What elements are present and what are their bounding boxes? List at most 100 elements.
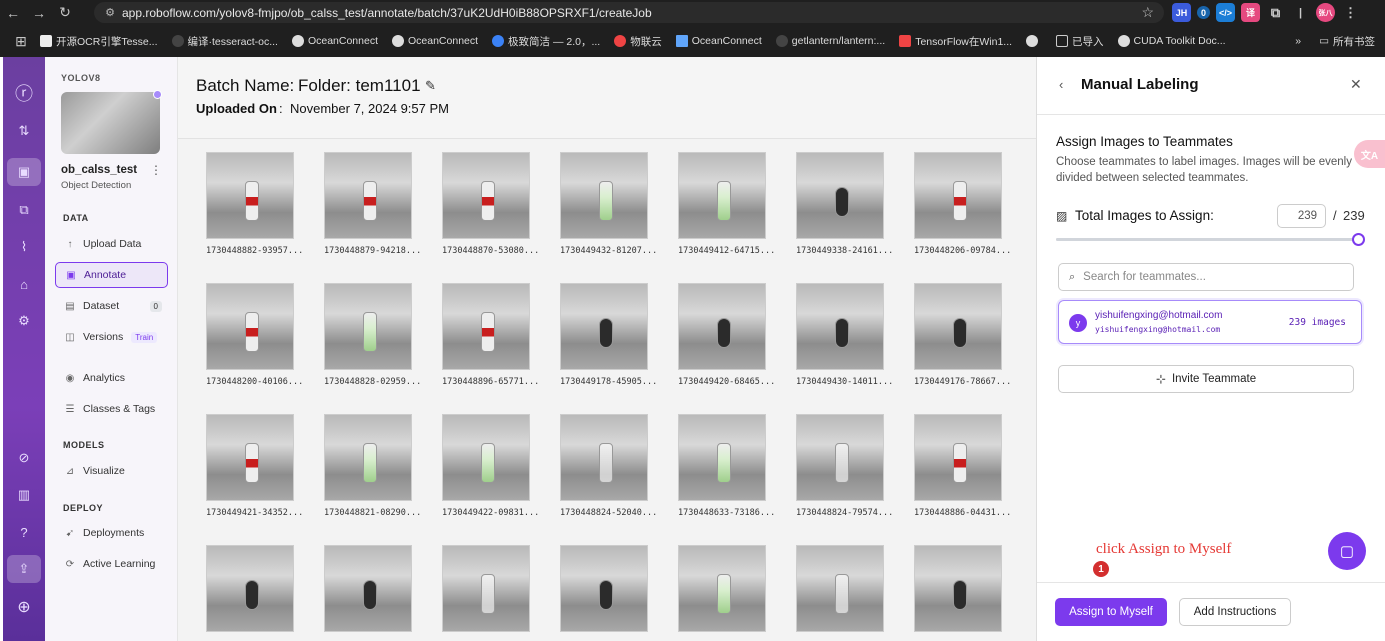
- image-thumbnail[interactable]: [324, 283, 412, 370]
- bookmark-item[interactable]: OceanConnect: [675, 35, 762, 47]
- image-tile[interactable]: 1730448824-52040...: [560, 414, 657, 518]
- apps-grid-icon[interactable]: ⊞: [8, 29, 34, 54]
- image-thumbnail[interactable]: [914, 152, 1002, 239]
- sidebar-item-versions[interactable]: ◫ Versions Train: [55, 324, 168, 350]
- image-thumbnail[interactable]: [914, 414, 1002, 501]
- extension-jh-icon[interactable]: JH: [1172, 3, 1191, 22]
- image-tile[interactable]: [560, 545, 648, 639]
- bookmark-item[interactable]: getlantern/lantern:...: [775, 35, 885, 47]
- image-tile[interactable]: 1730448886-04431...: [914, 414, 1011, 518]
- project-menu-icon[interactable]: ⋮: [150, 163, 162, 177]
- sidebar-item-active-learning[interactable]: ⟳ Active Learning: [55, 551, 168, 577]
- reload-icon[interactable]: ↻: [52, 0, 78, 25]
- close-icon[interactable]: ✕: [1350, 76, 1362, 93]
- image-tile[interactable]: 1730448200-40106...: [206, 283, 303, 387]
- image-thumbnail[interactable]: [560, 545, 648, 632]
- sidebar-item-analytics[interactable]: ◉ Analytics: [55, 365, 168, 391]
- image-thumbnail[interactable]: [796, 283, 884, 370]
- image-tile[interactable]: 1730448633-73186...: [678, 414, 775, 518]
- assign-to-myself-button[interactable]: Assign to Myself: [1055, 598, 1167, 626]
- bookmark-item[interactable]: 物联云: [614, 34, 662, 49]
- bookmark-item[interactable]: OceanConnect: [392, 35, 478, 47]
- deploy-icon[interactable]: ⌂: [3, 270, 45, 298]
- image-tile[interactable]: [442, 545, 530, 639]
- image-tile[interactable]: 1730449338-24161...: [796, 152, 893, 256]
- forward-arrow-icon[interactable]: →: [26, 0, 52, 25]
- settings-gear-icon[interactable]: ⚙: [3, 307, 45, 335]
- bookmark-item[interactable]: CUDA Toolkit Doc...: [1117, 35, 1226, 47]
- image-thumbnail[interactable]: [796, 152, 884, 239]
- image-thumbnail[interactable]: [442, 414, 530, 501]
- projects-icon[interactable]: ▣: [7, 158, 41, 186]
- image-tile[interactable]: 1730449176-78667...: [914, 283, 1011, 387]
- image-tile[interactable]: 1730448870-53080...: [442, 152, 539, 256]
- extension-code-icon[interactable]: </>: [1216, 3, 1235, 22]
- image-thumbnail[interactable]: [914, 545, 1002, 632]
- profile-avatar[interactable]: 张八: [1316, 3, 1335, 22]
- image-thumbnail[interactable]: [206, 545, 294, 632]
- bookmark-item[interactable]: OceanConnect: [291, 35, 378, 47]
- image-thumbnail[interactable]: [914, 283, 1002, 370]
- image-thumbnail[interactable]: [324, 152, 412, 239]
- image-tile[interactable]: 1730449420-68465...: [678, 283, 775, 387]
- image-tile[interactable]: 1730448828-02959...: [324, 283, 421, 387]
- edit-pencil-icon[interactable]: ✎: [425, 78, 436, 94]
- chevron-double-right-icon[interactable]: »: [1295, 35, 1301, 47]
- image-tile[interactable]: 1730448824-79574...: [796, 414, 893, 518]
- extensions-puzzle-icon[interactable]: ⧉: [1266, 3, 1285, 22]
- image-tile[interactable]: 1730449430-14011...: [796, 283, 893, 387]
- images-slider-track[interactable]: [1056, 238, 1359, 241]
- image-thumbnail[interactable]: [560, 283, 648, 370]
- image-thumbnail[interactable]: [324, 545, 412, 632]
- total-images-input[interactable]: [1277, 204, 1326, 228]
- roboflow-logo-icon[interactable]: ⓡ: [3, 79, 45, 107]
- images-slider-handle[interactable]: [1352, 233, 1365, 246]
- image-thumbnail[interactable]: [206, 414, 294, 501]
- browser-menu-icon[interactable]: ⋮: [1341, 3, 1360, 22]
- image-tile[interactable]: [324, 545, 412, 639]
- sidebar-item-visualize[interactable]: ⊿ Visualize: [55, 458, 168, 484]
- image-thumbnail[interactable]: [206, 283, 294, 370]
- add-icon[interactable]: ⊕: [3, 593, 45, 621]
- sidebar-item-upload[interactable]: ↑ Upload Data: [55, 231, 168, 257]
- image-tile[interactable]: 1730448821-08290...: [324, 414, 421, 518]
- image-tile[interactable]: 1730449421-34352...: [206, 414, 303, 518]
- bookmark-star-icon[interactable]: ☆: [1141, 4, 1154, 21]
- site-info-icon[interactable]: ⚙: [100, 6, 120, 19]
- sidebar-item-annotate[interactable]: ▣ Annotate: [55, 262, 168, 288]
- teammate-search-input[interactable]: [1083, 271, 1324, 283]
- sidebar-item-deployments[interactable]: ➹ Deployments: [55, 520, 168, 546]
- back-arrow-icon[interactable]: ←: [0, 0, 26, 25]
- image-tile[interactable]: 1730448882-93957...: [206, 152, 303, 256]
- image-thumbnail[interactable]: [796, 545, 884, 632]
- image-thumbnail[interactable]: [560, 152, 648, 239]
- image-tile[interactable]: 1730449432-81207...: [560, 152, 657, 256]
- workflows-icon[interactable]: ⧉: [3, 196, 45, 224]
- image-tile[interactable]: 1730449422-09831...: [442, 414, 539, 518]
- image-tile[interactable]: [796, 545, 884, 639]
- bookmark-item[interactable]: [1026, 35, 1042, 47]
- invite-teammate-button[interactable]: ⊹ Invite Teammate: [1058, 365, 1354, 393]
- sidebar-item-dataset[interactable]: ▤ Dataset 0: [55, 293, 168, 319]
- chat-support-icon[interactable]: ▢: [1328, 532, 1366, 570]
- image-thumbnail[interactable]: [796, 414, 884, 501]
- bookmark-folder[interactable]: 已导入: [1056, 34, 1104, 49]
- chevron-left-icon[interactable]: ‹: [1059, 77, 1063, 92]
- all-bookmarks[interactable]: » ▭ 所有书签: [1295, 29, 1375, 53]
- image-thumbnail[interactable]: [678, 152, 766, 239]
- project-thumbnail[interactable]: [61, 92, 160, 154]
- help-icon[interactable]: ?: [3, 518, 45, 546]
- sidebar-item-classes[interactable]: ☰ Classes & Tags: [55, 396, 168, 422]
- image-thumbnail[interactable]: [678, 545, 766, 632]
- image-thumbnail[interactable]: [442, 152, 530, 239]
- bookmark-item[interactable]: 编译·tesseract-oc...: [171, 34, 278, 49]
- image-tile[interactable]: [914, 545, 1002, 639]
- teammate-search[interactable]: ⌕: [1058, 263, 1354, 291]
- add-instructions-button[interactable]: Add Instructions: [1179, 598, 1291, 626]
- teammate-card[interactable]: y yishuifengxing@hotmail.com yishuifengx…: [1058, 300, 1362, 344]
- bookmark-item[interactable]: 极致简洁 — 2.0，...: [492, 34, 600, 49]
- image-tile[interactable]: 1730449178-45905...: [560, 283, 657, 387]
- image-thumbnail[interactable]: [560, 414, 648, 501]
- image-tile[interactable]: [678, 545, 766, 639]
- docs-icon[interactable]: ▥: [3, 481, 45, 509]
